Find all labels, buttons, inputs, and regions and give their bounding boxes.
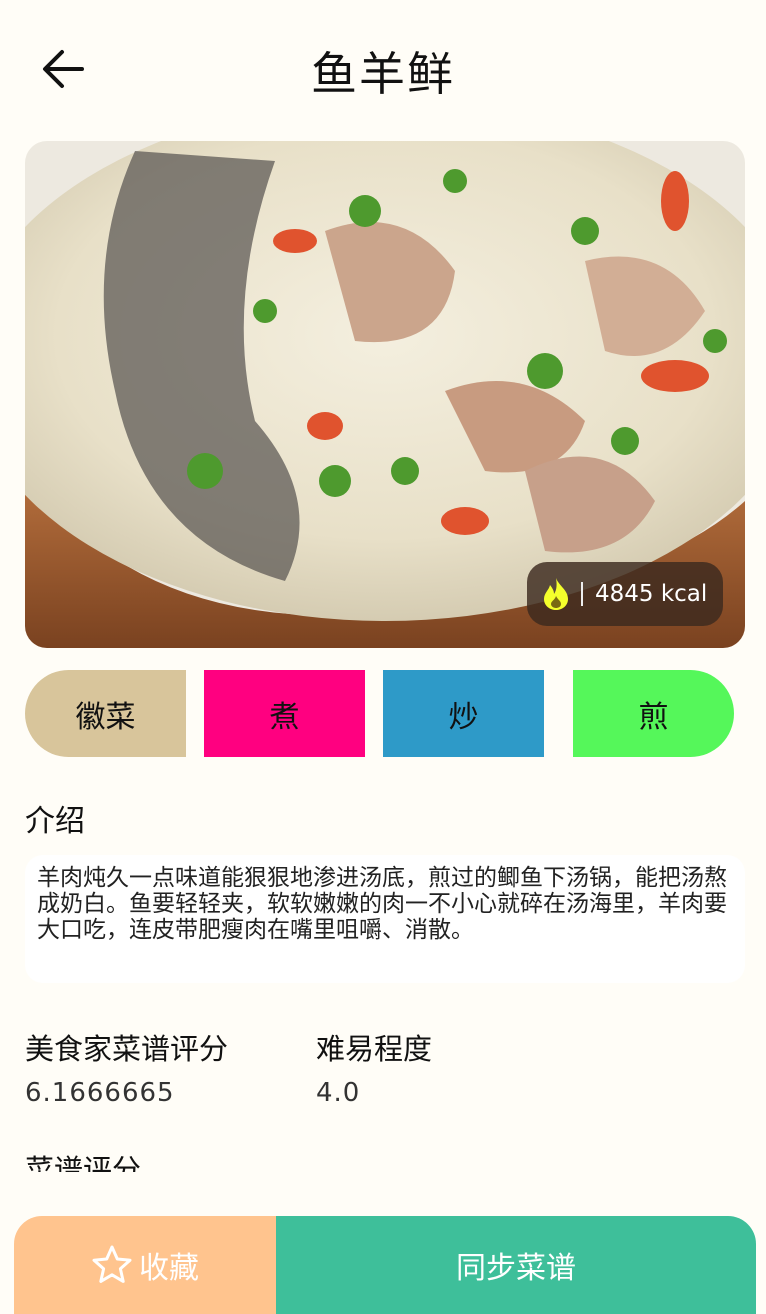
gourmet-rating-label: 美食家菜谱评分 bbox=[25, 1032, 229, 1066]
difficulty-label: 难易程度 bbox=[316, 1032, 433, 1066]
page-title: 鱼羊鲜 bbox=[311, 47, 455, 101]
bottom-action-bar: 收藏 同步菜谱 bbox=[14, 1216, 756, 1314]
tag-row: 徽菜 煮 炒 煎 bbox=[25, 670, 737, 758]
dish-image: 4845 kcal bbox=[25, 141, 745, 648]
favorite-label: 收藏 bbox=[139, 1251, 199, 1286]
tag-method-panfry[interactable]: 煎 bbox=[573, 670, 734, 757]
gourmet-rating-value: 6.1666665 bbox=[25, 1078, 175, 1108]
intro-card: 羊肉炖久一点味道能狠狠地渗进汤底，煎过的鲫鱼下汤锅，能把汤熬成奶白。鱼要轻轻夹，… bbox=[25, 855, 745, 983]
intro-heading: 介绍 bbox=[25, 804, 85, 839]
favorite-button[interactable]: 收藏 bbox=[14, 1216, 276, 1314]
intro-text: 羊肉炖久一点味道能狠狠地渗进汤底，煎过的鲫鱼下汤锅，能把汤熬成奶白。鱼要轻轻夹，… bbox=[37, 865, 727, 943]
tag-method-stirfry[interactable]: 炒 bbox=[383, 670, 544, 757]
header: 鱼羊鲜 bbox=[0, 0, 766, 140]
recipe-rating-label: 菜谱评分 bbox=[25, 1153, 142, 1172]
sync-recipe-button[interactable]: 同步菜谱 bbox=[276, 1216, 756, 1314]
star-icon bbox=[92, 1245, 132, 1283]
calorie-badge: 4845 kcal bbox=[527, 562, 723, 626]
calorie-value: 4845 kcal bbox=[595, 581, 708, 607]
tag-cuisine[interactable]: 徽菜 bbox=[25, 670, 186, 757]
tag-method-boil[interactable]: 煮 bbox=[204, 670, 365, 757]
difficulty-value: 4.0 bbox=[316, 1078, 361, 1108]
flame-icon bbox=[544, 578, 568, 610]
